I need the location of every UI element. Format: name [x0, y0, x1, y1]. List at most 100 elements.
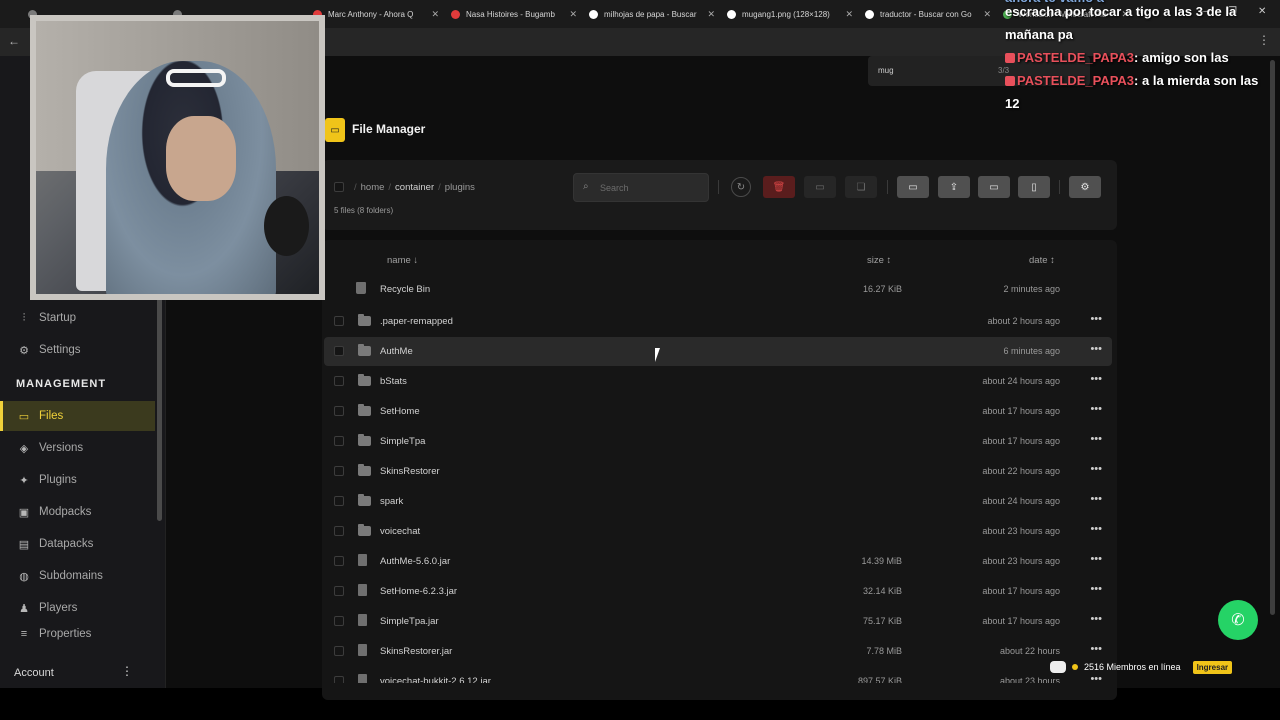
row-checkbox[interactable]	[334, 346, 344, 356]
file-name[interactable]: Recycle Bin	[380, 284, 430, 295]
table-row[interactable]: SetHome about 17 hours ago •••	[324, 397, 1112, 426]
row-checkbox[interactable]	[334, 676, 344, 683]
sidebar-item-startup[interactable]: ⫶ Startup	[0, 303, 155, 333]
browser-tab[interactable]: traductor - Buscar con Go ✕	[857, 4, 995, 24]
trash-icon: 🗑	[772, 181, 786, 193]
page-scrollbar[interactable]	[1270, 60, 1275, 615]
sidebar-item-players[interactable]: ♟ Players	[0, 593, 155, 623]
file-date: about 17 hours ago	[982, 406, 1060, 416]
sidebar-item-subdomains[interactable]: ◍ Subdomains	[0, 561, 155, 591]
file-name[interactable]: .paper-remapped	[380, 316, 453, 327]
search-input[interactable]	[600, 180, 700, 196]
file-name[interactable]: SetHome	[380, 406, 420, 417]
more-vert-icon[interactable]: ⋮	[121, 664, 133, 678]
more-horiz-icon[interactable]: •••	[1090, 553, 1102, 565]
row-checkbox[interactable]	[334, 436, 344, 446]
new-folder-button[interactable]: ▭	[897, 176, 929, 198]
row-checkbox[interactable]	[334, 586, 344, 596]
sidebar-item-files[interactable]: ▭ Files	[0, 401, 155, 431]
row-checkbox[interactable]	[334, 466, 344, 476]
sidebar-item-plugins[interactable]: ✦ Plugins	[0, 465, 155, 495]
table-row[interactable]: voicechat about 23 hours ago •••	[324, 517, 1112, 546]
sidebar-item-modpacks[interactable]: ▣ Modpacks	[0, 497, 155, 527]
row-checkbox[interactable]	[334, 526, 344, 536]
row-checkbox[interactable]	[334, 316, 344, 326]
more-horiz-icon[interactable]: •••	[1090, 373, 1102, 385]
sidebar-item-versions[interactable]: ◈ Versions	[0, 433, 155, 463]
table-row[interactable]: AuthMe 6 minutes ago •••	[324, 337, 1112, 366]
file-name[interactable]: SimpleTpa	[380, 436, 425, 447]
file-name[interactable]: SetHome-6.2.3.jar	[380, 586, 457, 597]
more-horiz-icon[interactable]: •••	[1090, 523, 1102, 535]
file-name[interactable]: spark	[380, 496, 403, 507]
back-icon[interactable]: ←	[8, 34, 20, 48]
file-name[interactable]: AuthMe-5.6.0.jar	[380, 556, 450, 567]
row-checkbox[interactable]	[334, 376, 344, 386]
file-name[interactable]: SkinsRestorer.jar	[380, 646, 452, 657]
more-horiz-icon[interactable]: •••	[1090, 343, 1102, 355]
settings-button[interactable]: ⚙	[1069, 176, 1101, 198]
file-name[interactable]: SkinsRestorer	[380, 466, 440, 477]
more-horiz-icon[interactable]: •••	[1090, 463, 1102, 475]
delete-button[interactable]: 🗑	[763, 176, 795, 198]
more-horiz-icon[interactable]: •••	[1090, 583, 1102, 595]
sidebar-item-properties[interactable]: ≡ Properties	[0, 625, 155, 643]
upload-button[interactable]: ⇪	[938, 176, 970, 198]
close-icon[interactable]: ✕	[707, 9, 715, 20]
refresh-button[interactable]: ↻	[731, 177, 751, 197]
file-name[interactable]: bStats	[380, 376, 407, 387]
close-icon[interactable]: ✕	[845, 9, 853, 20]
select-all-checkbox[interactable]	[334, 182, 344, 192]
close-icon[interactable]: ✕	[431, 9, 439, 20]
row-checkbox[interactable]	[334, 646, 344, 656]
discord-join-button[interactable]: Ingresar	[1192, 660, 1233, 674]
column-header-name[interactable]: name ↓	[387, 255, 418, 266]
file-name[interactable]: voicechat	[380, 526, 420, 537]
table-row[interactable]: bStats about 24 hours ago •••	[324, 367, 1112, 396]
file-name[interactable]: voicechat-bukkit-2.6.12.jar	[380, 676, 491, 683]
browser-tab[interactable]: milhojas de papa - Buscar ✕	[581, 4, 719, 24]
breadcrumb-item[interactable]: container	[395, 182, 434, 193]
upload-folder-button[interactable]: ▭	[978, 176, 1010, 198]
table-row[interactable]: SimpleTpa.jar 75.17 KiB about 17 hours ago…	[324, 607, 1112, 636]
sidebar-item-settings[interactable]: ⚙ Settings	[0, 335, 155, 365]
find-query[interactable]: mug	[878, 66, 894, 75]
move-button[interactable]: ▭	[804, 176, 836, 198]
browser-tab[interactable]: Nasa Histoires - Bugamb ✕	[443, 4, 581, 24]
browser-tab[interactable]: mugang1.png (128×128) ✕	[719, 4, 857, 24]
more-horiz-icon[interactable]: •••	[1090, 403, 1102, 415]
account-menu[interactable]: Account ⋮	[0, 658, 155, 688]
table-row[interactable]: SimpleTpa about 17 hours ago •••	[324, 427, 1112, 456]
table-row[interactable]: Recycle Bin 16.27 KiB 2 minutes ago	[324, 275, 1112, 304]
more-horiz-icon[interactable]: •••	[1090, 313, 1102, 325]
table-row[interactable]: AuthMe-5.6.0.jar 14.39 MiB about 23 hours …	[324, 547, 1112, 576]
new-file-button[interactable]: ▯	[1018, 176, 1050, 198]
row-checkbox[interactable]	[334, 556, 344, 566]
more-horiz-icon[interactable]: •••	[1090, 433, 1102, 445]
browser-tab[interactable]: Marc Anthony - Ahora Q ✕	[305, 4, 443, 24]
sidebar-item-datapacks[interactable]: ▤ Datapacks	[0, 529, 155, 559]
breadcrumb-item[interactable]: home	[361, 182, 385, 193]
whatsapp-icon[interactable]: ✆	[1218, 600, 1258, 640]
table-row[interactable]: .paper-remapped about 2 hours ago •••	[324, 307, 1112, 336]
close-icon[interactable]: ✕	[983, 9, 991, 20]
table-row[interactable]: SetHome-6.2.3.jar 32.14 KiB about 17 hours…	[324, 577, 1112, 606]
sidebar-scrollbar[interactable]	[157, 296, 162, 521]
column-header-size[interactable]: size ↕	[867, 255, 891, 266]
breadcrumb-item[interactable]: plugins	[445, 182, 475, 193]
table-row[interactable]: voicechat-bukkit-2.6.12.jar 897.57 KiB abo…	[324, 667, 1112, 683]
table-row[interactable]: spark about 24 hours ago •••	[324, 487, 1112, 516]
file-name[interactable]: AuthMe	[380, 346, 413, 357]
table-row[interactable]: SkinsRestorer about 22 hours ago •••	[324, 457, 1112, 486]
table-row[interactable]: SkinsRestorer.jar 7.78 MiB about 22 hours •…	[324, 637, 1112, 666]
close-icon[interactable]: ✕	[569, 9, 577, 20]
more-horiz-icon[interactable]: •••	[1090, 643, 1102, 655]
column-header-date[interactable]: date ↕	[1029, 255, 1055, 266]
more-horiz-icon[interactable]: •••	[1090, 613, 1102, 625]
more-horiz-icon[interactable]: •••	[1090, 493, 1102, 505]
file-name[interactable]: SimpleTpa.jar	[380, 616, 439, 627]
copy-button[interactable]: ❏	[845, 176, 877, 198]
row-checkbox[interactable]	[334, 616, 344, 626]
row-checkbox[interactable]	[334, 496, 344, 506]
row-checkbox[interactable]	[334, 406, 344, 416]
